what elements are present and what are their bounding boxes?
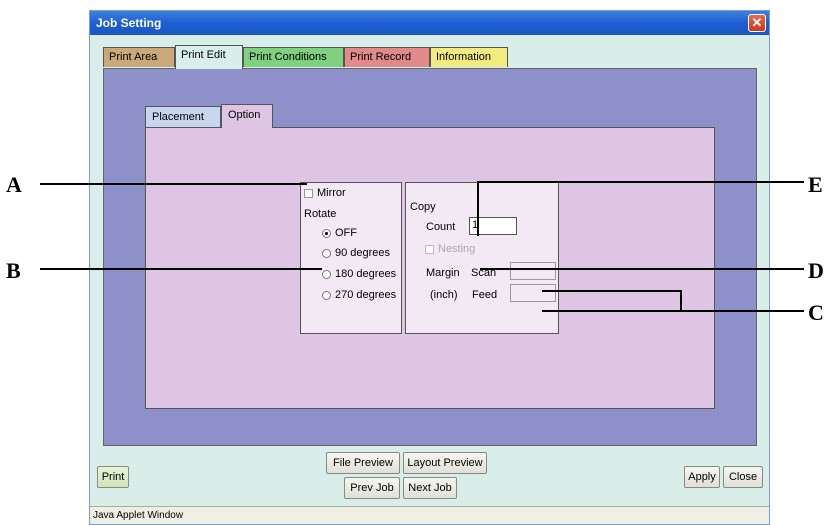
rotate-option-180: 180 degrees: [335, 268, 397, 280]
rotate-radio-270[interactable]: [322, 291, 331, 300]
count-label: Count: [426, 221, 456, 233]
close-button[interactable]: Close: [723, 466, 763, 488]
tab-information[interactable]: Information: [430, 47, 508, 67]
close-icon[interactable]: ✕: [748, 14, 766, 32]
file-preview-button[interactable]: File Preview: [326, 452, 400, 474]
copy-group: Copy Count 1 Nesting Margin Scan (inch) …: [405, 182, 559, 334]
rotate-radio-off[interactable]: [322, 229, 331, 238]
callout-e-vline: [477, 181, 479, 236]
callout-a-label: A: [6, 172, 22, 197]
tab-print-edit[interactable]: Print Edit: [175, 45, 243, 69]
callout-a-line: [40, 183, 307, 185]
scan-input[interactable]: [510, 262, 556, 280]
callout-c-line-scan: [542, 290, 682, 292]
rotate-option-90: 90 degrees: [335, 247, 391, 259]
callout-c-line-feed: [542, 310, 804, 312]
callout-c-label: C: [808, 300, 824, 325]
inch-label: (inch): [430, 289, 458, 301]
tab-print-record[interactable]: Print Record: [344, 47, 430, 67]
callout-e-label: E: [808, 172, 823, 197]
tab-placement[interactable]: Placement: [145, 106, 221, 128]
nesting-label: Nesting: [438, 243, 476, 255]
tab-option[interactable]: Option: [221, 104, 273, 128]
status-bar: Java Applet Window: [90, 506, 769, 524]
mirror-rotate-group: Mirror Rotate OFF 90 degrees 180 degrees…: [300, 182, 402, 334]
margin-label: Margin: [426, 267, 460, 279]
tab-print-area[interactable]: Print Area: [103, 47, 175, 67]
rotate-option-off: OFF: [335, 227, 357, 239]
feed-input[interactable]: [510, 284, 556, 302]
rotate-radio-180[interactable]: [322, 270, 331, 279]
print-button[interactable]: Print: [97, 466, 129, 488]
next-job-button[interactable]: Next Job: [403, 477, 457, 499]
rotate-radio-90[interactable]: [322, 249, 331, 258]
callout-b-label: B: [6, 258, 21, 283]
prev-job-button[interactable]: Prev Job: [344, 477, 400, 499]
tab-print-conditions[interactable]: Print Conditions: [243, 47, 344, 67]
mirror-label: Mirror: [317, 187, 346, 199]
callout-d-label: D: [808, 258, 824, 283]
callout-e-line: [477, 181, 804, 183]
rotate-label: Rotate: [304, 208, 337, 220]
callout-b-line: [40, 268, 322, 270]
rotate-option-270: 270 degrees: [335, 289, 397, 301]
callout-d-line: [480, 268, 804, 270]
mirror-checkbox[interactable]: [304, 189, 313, 198]
callout-c-vline: [680, 290, 682, 312]
copy-label: Copy: [410, 201, 436, 213]
feed-label: Feed: [472, 289, 498, 301]
title-bar: Job Setting ✕: [90, 11, 769, 35]
apply-button[interactable]: Apply: [684, 466, 720, 488]
window-title: Job Setting: [96, 16, 162, 30]
layout-preview-button[interactable]: Layout Preview: [403, 452, 487, 474]
nesting-checkbox[interactable]: [425, 245, 434, 254]
